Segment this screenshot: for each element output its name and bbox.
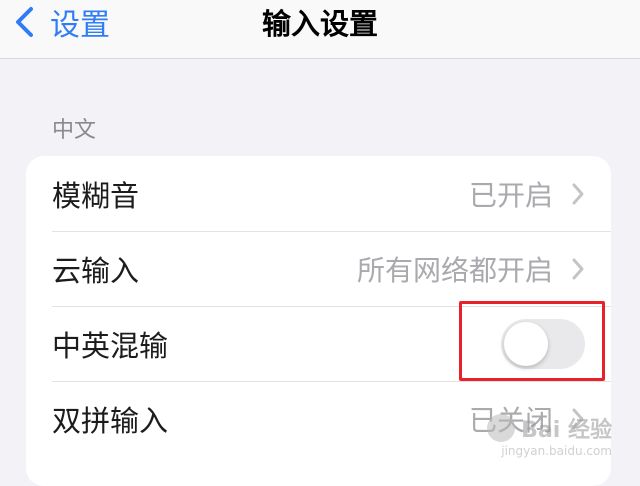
navigation-bar: 设置 输入设置 xyxy=(0,0,640,59)
row-value: 已关闭 xyxy=(468,403,553,437)
row-label: 云输入 xyxy=(52,253,140,288)
chevron-left-icon xyxy=(16,7,33,37)
row-double-pinyin[interactable]: 双拼输入 已关闭 xyxy=(26,381,611,456)
back-button[interactable]: 设置 xyxy=(12,0,110,44)
chevron-right-icon xyxy=(572,408,584,429)
chevron-right-icon xyxy=(572,258,584,279)
row-label: 双拼输入 xyxy=(52,403,169,438)
highlight-annotation-box xyxy=(459,301,605,381)
chevron-right-icon xyxy=(572,183,584,204)
back-button-label[interactable]: 设置 xyxy=(50,0,110,44)
section-header-chinese: 中文 xyxy=(52,118,97,143)
row-label: 中英混输 xyxy=(52,328,169,363)
row-value: 已开启 xyxy=(468,178,553,212)
row-fuzzy-pinyin[interactable]: 模糊音 已开启 xyxy=(26,156,611,231)
row-value: 所有网络都开启 xyxy=(356,253,553,287)
row-cloud-input[interactable]: 云输入 所有网络都开启 xyxy=(26,231,611,306)
row-label: 模糊音 xyxy=(52,178,140,213)
